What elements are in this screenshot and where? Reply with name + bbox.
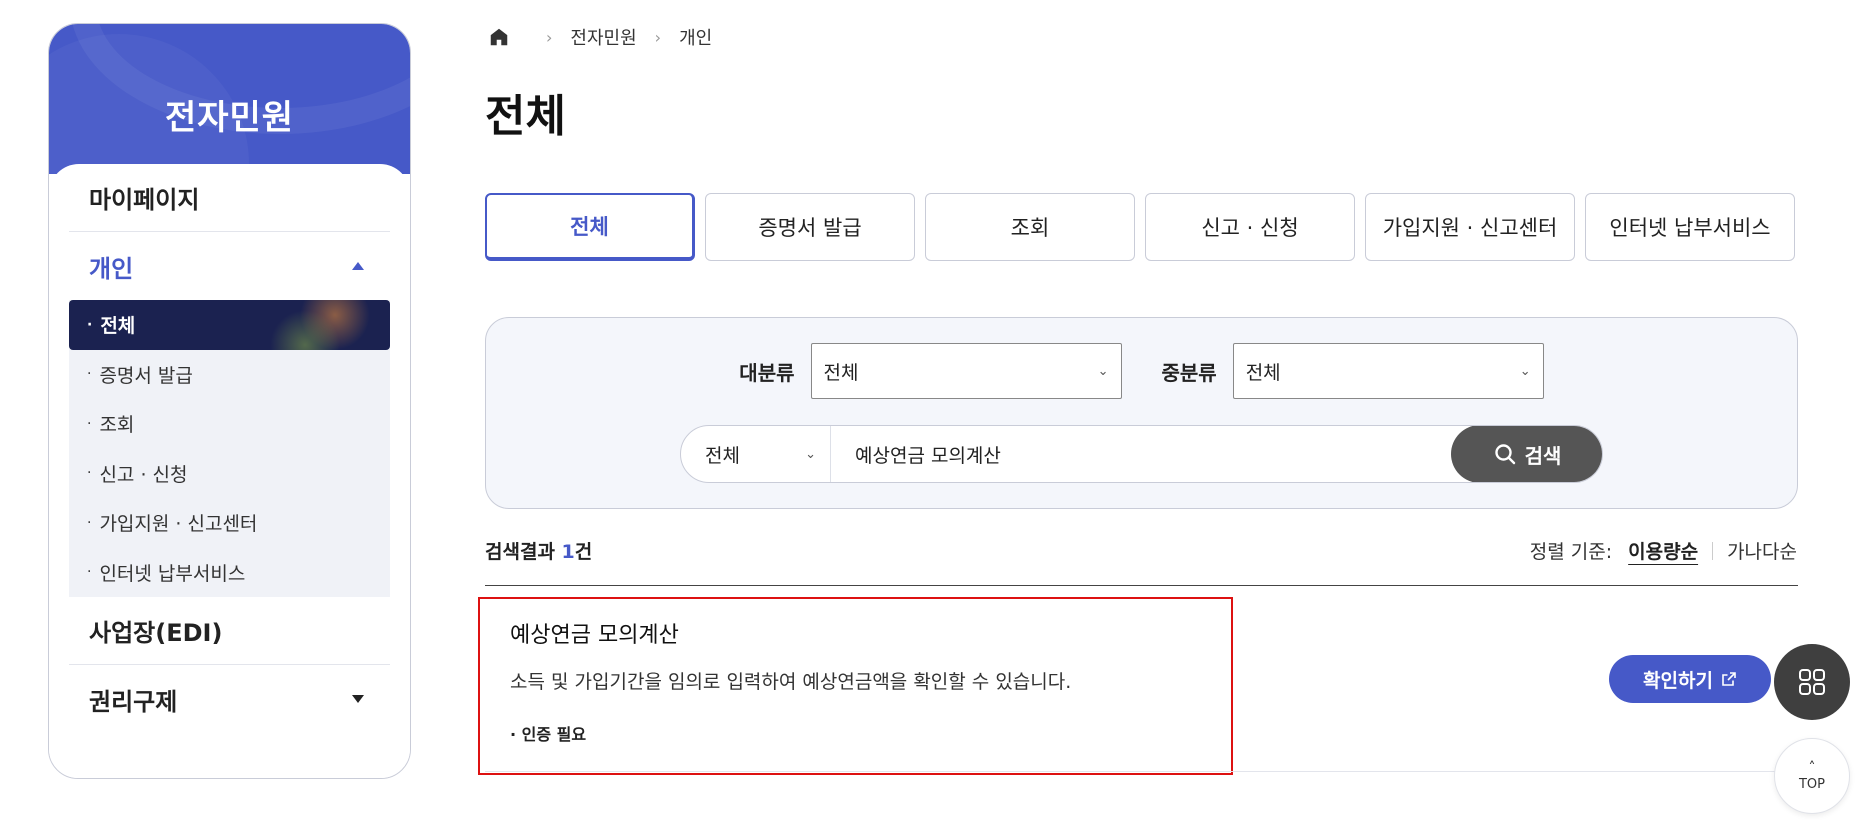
grid-icon: [1799, 669, 1825, 695]
sort-label: 정렬 기준:: [1529, 541, 1613, 563]
home-icon[interactable]: [488, 26, 510, 48]
divider: [485, 771, 1798, 772]
chevron-right-icon: ›: [654, 27, 662, 47]
bullet-icon: ·: [87, 366, 92, 383]
sidebar-subitem-inquiry[interactable]: · 조회: [69, 399, 390, 449]
divider: [485, 585, 1798, 586]
sidebar-subitem-all[interactable]: · 전체: [69, 300, 390, 350]
select-value: 전체: [823, 361, 859, 384]
sidebar-subitem-label: 전체: [100, 315, 136, 338]
sidebar-subitem-certificate[interactable]: · 증명서 발급: [69, 350, 390, 400]
search-button[interactable]: 검색: [1451, 426, 1602, 482]
sidebar-item-label: 마이페이지: [89, 186, 200, 214]
result-tag: · 인증 필요: [510, 725, 587, 744]
sidebar-subitem-label: 조회: [99, 414, 135, 437]
tab-all[interactable]: 전체: [485, 193, 695, 261]
chevron-right-icon: ›: [546, 27, 553, 47]
sidebar-subitem-support[interactable]: · 가입지원 · 신고센터: [69, 498, 390, 548]
major-category-select[interactable]: 전체 ⌄: [810, 343, 1122, 399]
middle-category-label: 중분류: [1161, 360, 1217, 385]
breadcrumb-item[interactable]: 전자민원: [570, 24, 636, 50]
confirm-button[interactable]: 확인하기: [1609, 655, 1771, 703]
breadcrumb: › 전자민원 › 개인: [488, 24, 712, 50]
filter-row: 대분류 전체 ⌄ 중분류 전체 ⌄: [486, 343, 1797, 399]
sidebar-title: 전자민원: [164, 98, 295, 138]
quick-menu-button[interactable]: [1774, 644, 1850, 720]
tab-certificate[interactable]: 증명서 발급: [705, 193, 915, 261]
sidebar: 전자민원 마이페이지 개인 · 전체 · 증명서 발급 · 조회 · 신고 · …: [48, 23, 411, 779]
select-value: 전체: [1245, 361, 1281, 384]
tab-report[interactable]: 신고 · 신청: [1145, 193, 1355, 261]
caret-down-icon: [352, 695, 364, 703]
bullet-icon: ·: [87, 514, 92, 531]
sidebar-subitem-payment[interactable]: · 인터넷 납부서비스: [69, 548, 390, 598]
confirm-button-label: 확인하기: [1643, 669, 1713, 692]
scroll-top-button[interactable]: ˄ TOP: [1774, 738, 1850, 814]
middle-category-select[interactable]: 전체 ⌄: [1232, 343, 1544, 399]
sidebar-menu: 마이페이지 개인 · 전체 · 증명서 발급 · 조회 · 신고 · 신청 · …: [49, 164, 410, 778]
sidebar-subitem-report[interactable]: · 신고 · 신청: [69, 449, 390, 499]
sort-by-usage[interactable]: 이용량순: [1628, 537, 1698, 564]
sidebar-item-business[interactable]: 사업장(EDI): [69, 597, 390, 665]
sidebar-subitem-label: 신고 · 신청: [99, 463, 188, 486]
search-panel: 대분류 전체 ⌄ 중분류 전체 ⌄ 전체 ⌄ 검색: [485, 317, 1798, 509]
page-title: 전체: [485, 91, 566, 142]
divider: [1712, 541, 1714, 560]
bullet-icon: ·: [87, 316, 93, 333]
sidebar-item-label: 개인: [89, 254, 134, 283]
sidebar-subitem-label: 가입지원 · 신고센터: [99, 513, 258, 536]
result-title[interactable]: 예상연금 모의계산: [510, 617, 679, 649]
search-icon: [1494, 444, 1515, 465]
search-button-label: 검색: [1524, 443, 1562, 468]
search-bar: 전체 ⌄ 검색: [680, 425, 1603, 483]
result-item: 예상연금 모의계산 소득 및 가입기간을 임의로 입력하여 예상연금액을 확인할…: [478, 597, 1233, 775]
sidebar-item-label: 사업장(EDI): [89, 619, 223, 647]
chevron-down-icon: ⌄: [1097, 363, 1109, 379]
sidebar-submenu: · 전체 · 증명서 발급 · 조회 · 신고 · 신청 · 가입지원 · 신고…: [69, 300, 390, 597]
sort-options: 정렬 기준: 이용량순 가나다순: [1530, 537, 1797, 564]
select-value: 전체: [705, 444, 740, 467]
chevron-down-icon: ⌄: [805, 446, 816, 462]
category-tabs: 전체 증명서 발급 조회 신고 · 신청 가입지원 · 신고센터 인터넷 납부서…: [485, 193, 1795, 261]
tab-inquiry[interactable]: 조회: [925, 193, 1135, 261]
sidebar-item-rights[interactable]: 권리구제: [69, 665, 390, 733]
scroll-top-label: TOP: [1798, 776, 1825, 792]
major-category-label: 대분류: [739, 360, 795, 385]
bullet-icon: ·: [87, 564, 92, 581]
result-count-prefix: 검색결과: [485, 541, 562, 563]
sidebar-item-personal[interactable]: 개인: [69, 232, 390, 300]
chevron-up-icon: ˄: [1808, 759, 1816, 776]
tab-support[interactable]: 가입지원 · 신고센터: [1365, 193, 1575, 261]
result-count-suffix: 건: [574, 541, 593, 563]
result-description: 소득 및 가입기간을 임의로 입력하여 예상연금액을 확인할 수 있습니다.: [510, 671, 1072, 693]
caret-up-icon: [352, 262, 364, 270]
sidebar-item-mypage[interactable]: 마이페이지: [69, 164, 390, 232]
search-type-select[interactable]: 전체 ⌄: [681, 426, 831, 482]
result-count-number: 1: [561, 541, 575, 563]
breadcrumb-item[interactable]: 개인: [679, 24, 712, 50]
chevron-down-icon: ⌄: [1519, 363, 1531, 379]
sort-by-alphabet[interactable]: 가나다순: [1727, 537, 1797, 564]
tab-payment[interactable]: 인터넷 납부서비스: [1585, 193, 1795, 261]
sidebar-header: 전자민원: [49, 24, 410, 174]
external-link-icon: [1722, 672, 1736, 686]
result-count: 검색결과 1건: [485, 537, 592, 564]
bullet-icon: ·: [87, 415, 92, 432]
bullet-icon: ·: [87, 465, 92, 482]
sidebar-subitem-label: 인터넷 납부서비스: [99, 562, 246, 585]
sidebar-item-label: 권리구제: [89, 687, 178, 716]
sidebar-subitem-label: 증명서 발급: [99, 364, 193, 387]
